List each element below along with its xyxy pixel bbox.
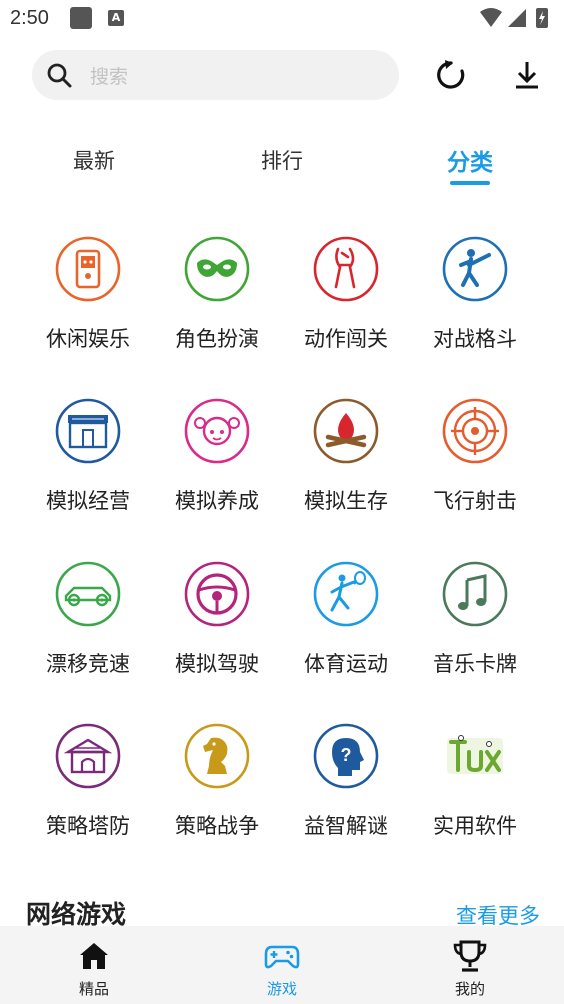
category-item[interactable]: 对战格斗 — [415, 235, 535, 375]
category-item[interactable]: 休闲娱乐 — [28, 235, 148, 375]
category-label: 漂移竞速 — [46, 652, 130, 676]
girl-icon — [184, 398, 250, 464]
keyboard-notification-icon: A — [108, 10, 124, 26]
category-item[interactable]: 策略塔防 — [28, 722, 148, 862]
category-item[interactable]: ? 益智解谜 — [286, 722, 406, 862]
category-item[interactable]: 模拟驾驶 — [157, 560, 277, 700]
tab-active-indicator — [450, 181, 490, 185]
category-item[interactable]: 模拟生存 — [286, 397, 406, 537]
category-item[interactable]: 动作闯关 — [286, 235, 406, 375]
race-car-icon — [55, 561, 121, 627]
search-placeholder: 搜索 — [90, 66, 129, 88]
category-label: 飞行射击 — [433, 489, 517, 513]
tab-category[interactable]: 分类 — [430, 143, 510, 177]
gamepad-icon — [264, 945, 300, 969]
tower-icon — [55, 723, 121, 789]
category-item[interactable]: 音乐卡牌 — [415, 560, 535, 700]
status-icons — [480, 8, 548, 28]
trophy-icon — [453, 940, 487, 972]
fighter-icon — [313, 236, 379, 302]
game-console-icon — [55, 236, 121, 302]
mask-icon — [184, 236, 250, 302]
nav-label: 精品 — [78, 980, 109, 998]
category-label: 实用软件 — [433, 814, 517, 838]
category-label: 策略塔防 — [46, 814, 130, 838]
category-label: 益智解谜 — [304, 814, 388, 838]
puzzle-head-icon: ? — [313, 723, 379, 789]
campfire-icon — [313, 398, 379, 464]
nav-label: 我的 — [454, 980, 485, 998]
target-icon — [442, 398, 508, 464]
notification-icon — [70, 7, 92, 29]
signal-icon — [508, 9, 526, 27]
category-item[interactable]: 模拟经营 — [28, 397, 148, 537]
search-input[interactable]: 搜索 — [32, 50, 399, 100]
kick-icon — [442, 236, 508, 302]
category-item[interactable]: 模拟养成 — [157, 397, 277, 537]
tux-text-icon — [447, 735, 503, 774]
wifi-icon — [480, 8, 502, 27]
category-label: 策略战争 — [175, 814, 259, 838]
shop-icon — [55, 398, 121, 464]
nav-featured[interactable]: 精品 — [0, 926, 188, 1004]
nav-profile[interactable]: 我的 — [376, 926, 564, 1004]
category-item[interactable]: 漂移竞速 — [28, 560, 148, 700]
tab-latest[interactable]: 最新 — [54, 145, 134, 175]
music-note-icon — [442, 561, 508, 627]
bottom-nav: 精品 游戏 我的 — [0, 926, 564, 1004]
category-item[interactable]: 角色扮演 — [157, 235, 277, 375]
category-label: 对战格斗 — [433, 327, 517, 351]
category-label: 体育运动 — [304, 652, 388, 676]
status-bar: 2:50 A — [0, 0, 564, 38]
category-item[interactable]: 飞行射击 — [415, 397, 535, 537]
category-label: 音乐卡牌 — [433, 652, 517, 676]
category-label: 模拟生存 — [304, 489, 388, 513]
category-label: 模拟养成 — [175, 489, 259, 513]
home-icon — [80, 943, 108, 969]
nav-games[interactable]: 游戏 — [188, 926, 376, 1004]
search-icon — [47, 63, 72, 88]
category-item[interactable]: 实用软件 — [415, 722, 535, 862]
category-label: 角色扮演 — [175, 327, 259, 351]
steering-wheel-icon — [184, 561, 250, 627]
download-icon[interactable] — [510, 58, 544, 92]
tennis-player-icon — [313, 561, 379, 627]
svg-text:?: ? — [341, 745, 352, 765]
refresh-icon[interactable] — [434, 58, 468, 92]
category-label: 动作闯关 — [304, 327, 388, 351]
nav-label: 游戏 — [266, 980, 297, 998]
category-item[interactable]: 体育运动 — [286, 560, 406, 700]
category-label: 模拟驾驶 — [175, 652, 259, 676]
chess-knight-icon — [184, 723, 250, 789]
category-label: 模拟经营 — [46, 489, 130, 513]
category-label: 休闲娱乐 — [46, 327, 130, 351]
tab-ranking[interactable]: 排行 — [242, 145, 322, 175]
status-time: 2:50 — [10, 7, 49, 29]
category-item[interactable]: 策略战争 — [157, 722, 277, 862]
